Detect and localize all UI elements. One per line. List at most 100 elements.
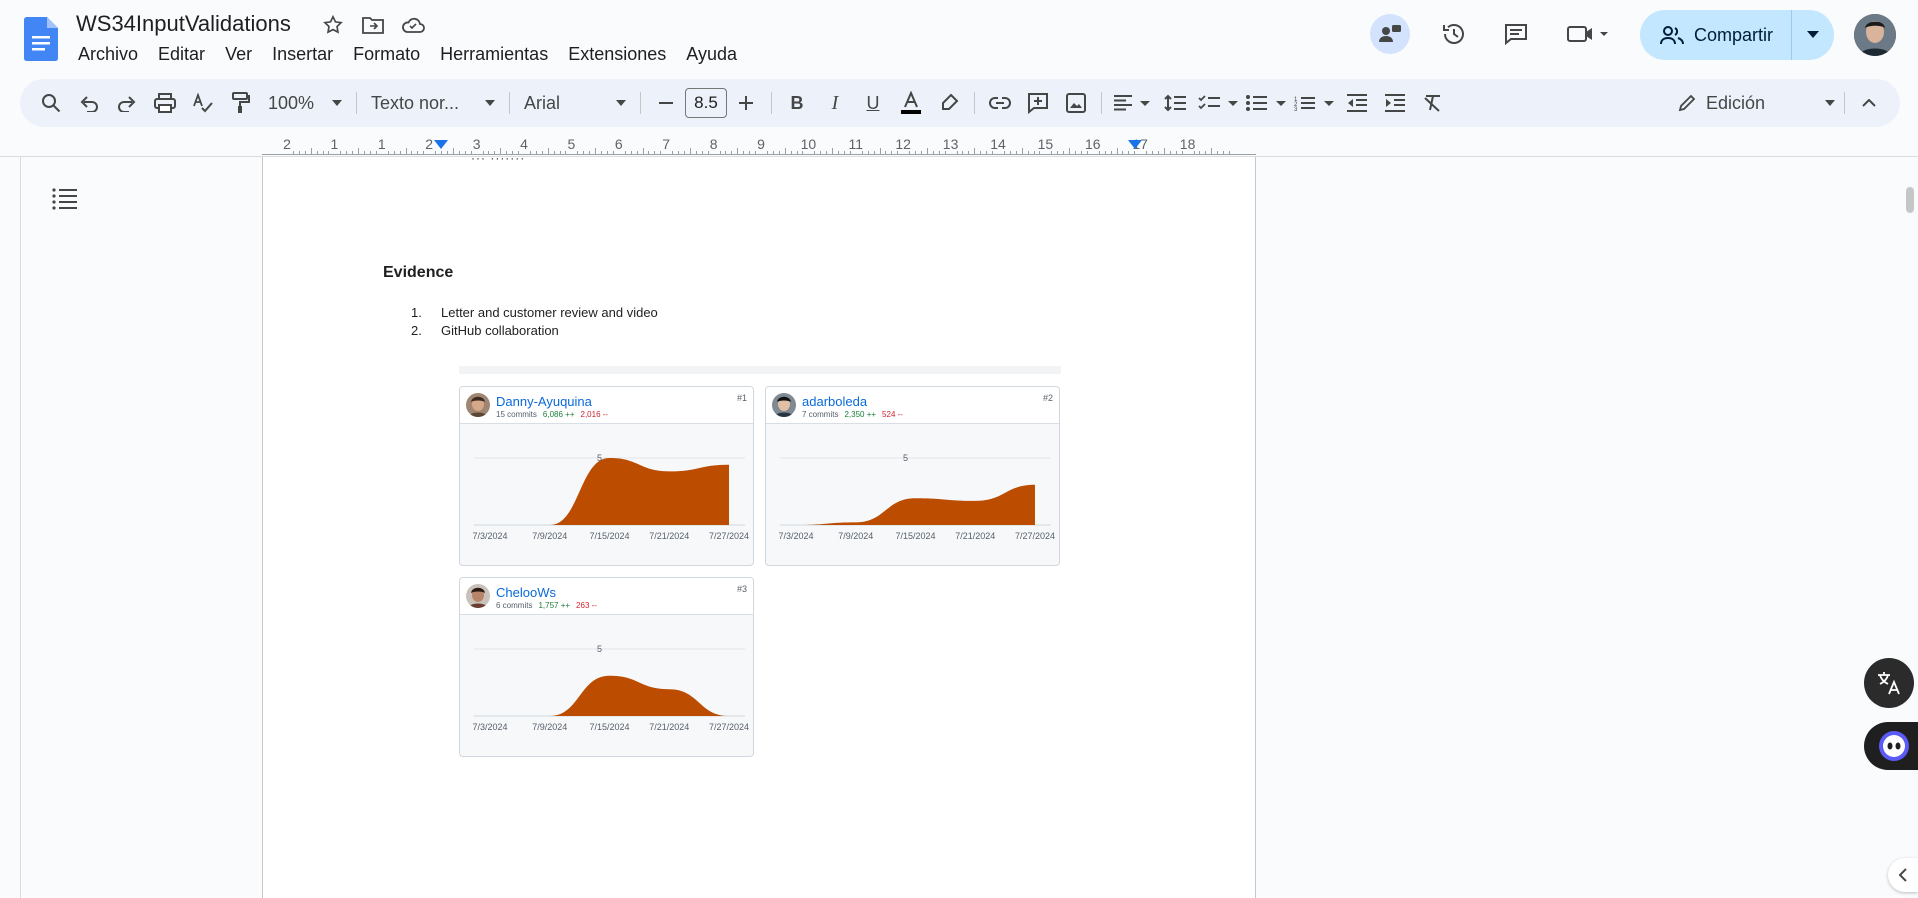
italic-button[interactable]: I	[818, 86, 852, 120]
menu-bar: Archivo Editar Ver Insertar Formato Herr…	[68, 42, 747, 67]
decrease-indent-button[interactable]	[1340, 86, 1374, 120]
menu-ver[interactable]: Ver	[215, 42, 262, 67]
add-comment-button[interactable]	[1021, 86, 1055, 120]
x-tick-label: 7/15/2024	[589, 722, 629, 732]
redo-icon	[118, 96, 136, 112]
underline-button[interactable]: U	[856, 86, 890, 120]
ruler-tick	[731, 151, 733, 155]
translate-button[interactable]	[1864, 658, 1914, 708]
paragraph-style-select[interactable]: Texto nor...	[363, 86, 503, 120]
meet-button[interactable]	[1558, 14, 1618, 54]
zoom-select[interactable]: 100%	[260, 86, 350, 120]
version-history-button[interactable]	[1434, 14, 1474, 54]
docs-logo-icon[interactable]	[24, 17, 58, 61]
contributor-card[interactable]: adarboleda 7 commits 2,350 ++ 524 -- #2 …	[765, 386, 1060, 566]
text-color-button[interactable]	[894, 86, 928, 120]
menu-herramientas[interactable]: Herramientas	[430, 42, 558, 67]
account-avatar[interactable]	[1854, 14, 1896, 56]
ruler-tick	[707, 151, 709, 155]
highlighter-icon	[942, 93, 959, 110]
bulleted-list-button[interactable]	[1244, 86, 1288, 120]
ruler-tick	[926, 148, 928, 155]
ruler-tick	[796, 151, 798, 155]
list-item[interactable]: 1. Letter and customer review and video	[411, 305, 658, 323]
bold-button[interactable]: B	[780, 86, 814, 120]
share-main[interactable]: Compartir	[1640, 10, 1792, 60]
spellcheck-button[interactable]	[186, 86, 220, 120]
numbered-list-button[interactable]: 123	[1292, 86, 1336, 120]
menu-archivo[interactable]: Archivo	[68, 42, 148, 67]
right-indent-marker[interactable]	[1128, 140, 1142, 149]
contributor-name[interactable]: adarboleda	[802, 394, 867, 409]
move-folder-icon[interactable]	[360, 12, 386, 38]
paint-format-button[interactable]	[224, 86, 258, 120]
meet-presence-button[interactable]	[1370, 14, 1410, 54]
ruler-number: 14	[990, 136, 1006, 152]
ruler-number: 1	[377, 136, 386, 152]
contributor-card[interactable]: Danny-Ayuquina 15 commits 6,086 ++ 2,016…	[459, 386, 754, 566]
highlight-button[interactable]	[932, 86, 966, 120]
share-dropdown[interactable]	[1792, 31, 1834, 39]
menu-formato[interactable]: Formato	[343, 42, 430, 67]
align-button[interactable]	[1110, 86, 1154, 120]
line-spacing-button[interactable]	[1158, 86, 1192, 120]
ruler-tick	[346, 151, 348, 155]
ruler-tick	[310, 148, 312, 155]
evidence-list[interactable]: 1. Letter and customer review and video …	[411, 305, 658, 341]
share-button[interactable]: Compartir	[1640, 10, 1834, 60]
contributor-card[interactable]: ChelooWs 6 commits 1,757 ++ 263 -- #3 5 7…	[459, 577, 754, 757]
ruler-tick	[583, 151, 585, 155]
insert-image-button[interactable]	[1059, 86, 1093, 120]
indent-increase-icon	[1385, 94, 1405, 112]
font-size-input[interactable]: 8.5	[685, 88, 727, 118]
side-panel-toggle[interactable]	[1888, 858, 1918, 892]
menu-ayuda[interactable]: Ayuda	[676, 42, 747, 67]
contributor-name[interactable]: Danny-Ayuquina	[496, 394, 592, 409]
ruler-number: 7	[662, 136, 671, 152]
evidence-heading[interactable]: Evidence	[383, 264, 453, 282]
commit-count: 15 commits	[496, 410, 537, 419]
insert-link-button[interactable]	[983, 86, 1017, 120]
ruler-tick	[861, 151, 863, 155]
toolbar-divider	[640, 92, 641, 114]
comments-button[interactable]	[1496, 14, 1536, 54]
ruler-tick	[1027, 151, 1029, 155]
clear-formatting-button[interactable]	[1416, 86, 1450, 120]
menu-extensiones[interactable]: Extensiones	[558, 42, 676, 67]
undo-button[interactable]	[72, 86, 106, 120]
document-title[interactable]: WS34InputValidations	[76, 11, 291, 37]
assistant-extension-button[interactable]	[1864, 722, 1918, 770]
hide-menus-button[interactable]	[1852, 86, 1886, 120]
cloud-saved-icon[interactable]	[400, 12, 426, 38]
font-select[interactable]: Arial	[516, 86, 634, 120]
contributor-rank: #3	[736, 584, 747, 594]
editing-mode-select[interactable]: Edición	[1660, 86, 1840, 120]
ruler-tick	[1051, 151, 1053, 155]
document-page[interactable]: ··· ······· Evidence 1. Letter and custo…	[262, 151, 1256, 898]
contributor-name[interactable]: ChelooWs	[496, 585, 556, 600]
ruler-tick	[749, 151, 751, 155]
print-button[interactable]	[148, 86, 182, 120]
search-menus-button[interactable]	[34, 86, 68, 120]
ruler-tick	[316, 151, 318, 155]
menu-editar[interactable]: Editar	[148, 42, 215, 67]
horizontal-ruler[interactable]: 2 1 1 2 3 4 5 6 7 8 9 10 11 12 13 14 15 16 17 18	[262, 134, 1256, 156]
redo-button[interactable]	[110, 86, 144, 120]
ruler-tick	[986, 151, 988, 155]
line-spacing-icon	[1164, 94, 1186, 112]
document-outline-icon[interactable]	[50, 184, 80, 214]
star-icon[interactable]	[320, 12, 346, 38]
increase-font-size-button[interactable]	[729, 86, 763, 120]
list-item[interactable]: 2. GitHub collaboration	[411, 323, 658, 341]
vertical-scrollbar-thumb[interactable]	[1906, 187, 1914, 213]
menu-insertar[interactable]: Insertar	[262, 42, 343, 67]
ruler-tick	[843, 151, 845, 155]
ruler-number: 10	[800, 136, 817, 152]
increase-indent-button[interactable]	[1378, 86, 1412, 120]
decrease-font-size-button[interactable]	[649, 86, 683, 120]
contributor-avatar	[466, 393, 490, 417]
left-indent-marker[interactable]	[434, 140, 448, 149]
ruler-tick	[1110, 151, 1112, 155]
checklist-button[interactable]	[1196, 86, 1240, 120]
ruler-tick	[1104, 151, 1106, 155]
